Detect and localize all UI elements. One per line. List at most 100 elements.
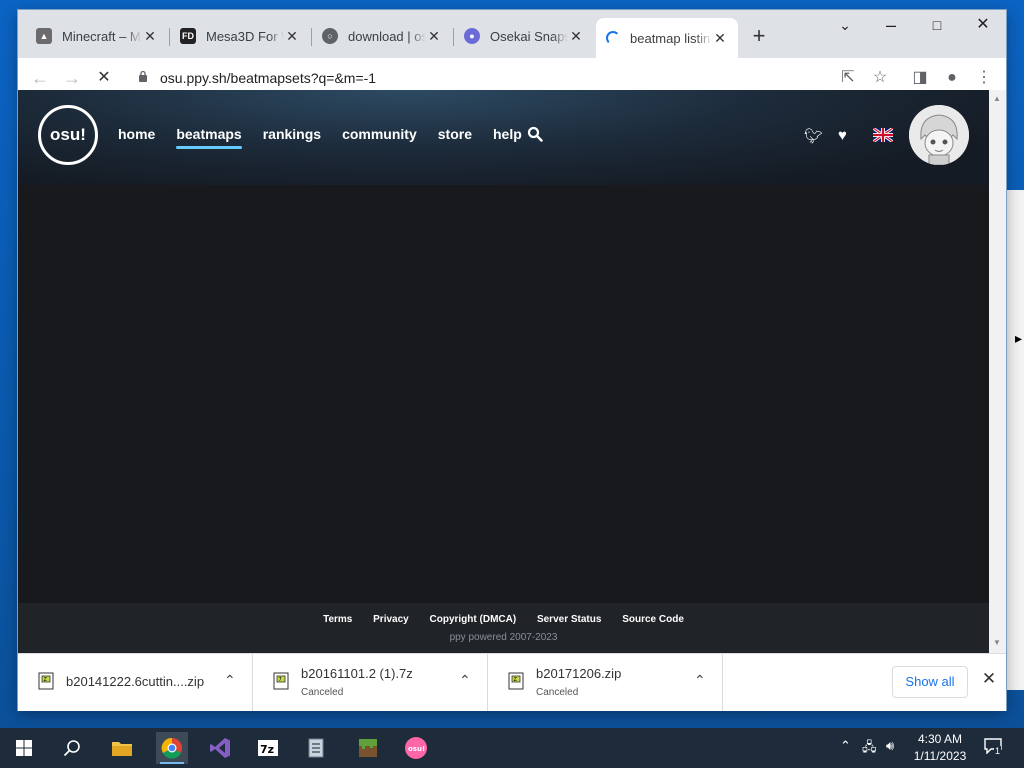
tab-minecraft[interactable]: ▲ Minecraft – Mo ✕ [26, 20, 168, 52]
heart-icon[interactable]: ♥ [838, 127, 847, 144]
close-tab-icon[interactable]: ✕ [712, 30, 728, 46]
close-shelf-icon[interactable]: ✕ [980, 670, 998, 688]
archive-icon[interactable] [300, 732, 332, 764]
archive-file-icon: Z [38, 672, 54, 690]
nav-community[interactable]: community [342, 126, 417, 142]
download-filename: b20141222.6cuttin....zip [66, 674, 205, 689]
tab-title: Mesa3D For W [206, 28, 284, 44]
chevron-up-icon[interactable]: ⌃ [459, 672, 471, 689]
minecraft-icon: ▲ [36, 28, 52, 44]
download-shelf: Z b20141222.6cuttin....zip ⌃ 7 b20161101… [18, 653, 1006, 711]
volume-icon[interactable]: 🔊︎ [886, 738, 894, 754]
bookmark-star-icon[interactable]: ☆ [868, 66, 892, 90]
tab-search-chevron-icon[interactable]: ⌄ [822, 10, 868, 40]
tab-download-osu[interactable]: ○ download | osu ✕ [312, 20, 452, 52]
address-bar[interactable]: osu.ppy.sh/beatmapsets?q=&m=-1 [130, 64, 850, 92]
browser-window[interactable]: ▲ Minecraft – Mo ✕ FD Mesa3D For W ✕ ○ d… [18, 10, 1006, 711]
footer-link-terms[interactable]: Terms [323, 614, 352, 625]
osu-nav: home beatmaps rankings community store h… [118, 126, 543, 149]
close-tab-icon[interactable]: ✕ [426, 28, 442, 44]
svg-text:7z: 7z [260, 743, 274, 756]
download-item[interactable]: Z b20171206.zip Canceled ⌃ [488, 654, 723, 711]
back-arrow-icon[interactable]: ← [28, 66, 52, 90]
clock-time: 4:30 AM [917, 732, 963, 746]
tab-title: beatmap listin [630, 30, 711, 46]
osu-logo[interactable]: osu! [38, 105, 98, 165]
tab-title: Osekai Snapsh [490, 28, 568, 44]
svg-text:Z: Z [44, 677, 48, 683]
avatar-illustration [909, 105, 969, 165]
download-filename: b20161101.2 (1).7z [301, 666, 413, 681]
system-clock[interactable]: 4:30 AM 1/11/2023 [905, 731, 975, 765]
fd-icon: FD [180, 28, 196, 44]
maximize-button[interactable]: □ [914, 10, 960, 40]
osu-header: osu! home beatmaps rankings community st… [18, 90, 989, 185]
download-item[interactable]: 7 b20161101.2 (1).7z Canceled ⌃ [253, 654, 488, 711]
side-panel-icon[interactable]: ◨ [908, 66, 932, 90]
tab-beatmap-listing[interactable]: beatmap listin ✕ [596, 18, 738, 58]
footer-links: Terms Privacy Copyright (DMCA) Server St… [18, 614, 989, 625]
lock-icon [139, 70, 147, 82]
chevron-up-icon[interactable]: ⌃ [840, 738, 851, 754]
chrome-icon[interactable] [156, 732, 188, 764]
osu-footer: Terms Privacy Copyright (DMCA) Server St… [18, 603, 989, 653]
page-viewport[interactable]: osu! home beatmaps rankings community st… [18, 90, 989, 653]
close-tab-icon[interactable]: ✕ [568, 28, 584, 44]
minecraft-icon[interactable] [352, 732, 384, 764]
show-all-button[interactable]: Show all [892, 666, 968, 698]
nav-home[interactable]: home [118, 126, 155, 142]
close-tab-icon[interactable]: ✕ [142, 28, 158, 44]
svg-text:osu!: osu! [408, 745, 425, 753]
close-tab-icon[interactable]: ✕ [284, 28, 300, 44]
footer-copyright-note: ppy powered 2007-2023 [449, 632, 558, 643]
twitter-icon[interactable]: 🐦︎ [804, 127, 823, 145]
loading-spinner-icon [606, 31, 620, 45]
search-icon[interactable] [527, 126, 543, 142]
chevron-up-icon[interactable]: ⌃ [224, 672, 236, 689]
tab-osekai[interactable]: ● Osekai Snapsh ✕ [454, 20, 594, 52]
download-item[interactable]: Z b20141222.6cuttin....zip ⌃ [18, 654, 253, 711]
visual-studio-icon[interactable] [204, 732, 236, 764]
mouse-cursor-icon: ▸ [1015, 330, 1023, 346]
tab-strip: ▲ Minecraft – Mo ✕ FD Mesa3D For W ✕ ○ d… [18, 10, 1006, 58]
footer-link-source-code[interactable]: Source Code [622, 614, 684, 625]
network-icon[interactable]: 🖧︎ [862, 738, 877, 760]
new-tab-button[interactable]: + [746, 24, 772, 50]
tab-title: Minecraft – Mo [62, 28, 142, 44]
taskbar: 7z osu! ⌃ 🖧︎ 🔊︎ 4:30 AM 1/11/2023 1 [0, 728, 1024, 768]
uk-flag-icon[interactable] [873, 128, 893, 142]
7zip-icon[interactable]: 7z [252, 732, 284, 764]
notification-center-icon[interactable]: 1 [984, 738, 1002, 756]
nav-beatmaps[interactable]: beatmaps [176, 126, 243, 149]
close-window-button[interactable]: ✕ [960, 10, 1006, 40]
search-icon[interactable] [56, 732, 88, 764]
archive-file-icon: Z [508, 672, 524, 690]
start-icon[interactable] [8, 732, 40, 764]
osu-icon[interactable]: osu! [400, 732, 432, 764]
globe-icon: ○ [322, 28, 338, 44]
stop-loading-icon[interactable]: ✕ [92, 66, 116, 90]
avatar[interactable] [909, 105, 969, 165]
page-scrollbar[interactable]: ▲ ▼ [989, 90, 1006, 653]
tab-mesa3d[interactable]: FD Mesa3D For W ✕ [170, 20, 310, 52]
scroll-up-arrow-icon[interactable]: ▲ [993, 94, 1001, 103]
nav-store[interactable]: store [438, 126, 472, 142]
footer-link-copyright[interactable]: Copyright (DMCA) [430, 614, 517, 625]
scroll-down-arrow-icon[interactable]: ▼ [993, 638, 1001, 647]
nav-help[interactable]: help [493, 126, 522, 142]
menu-kebab-icon[interactable]: ⋮ [972, 66, 996, 90]
share-icon[interactable]: ⇱ [836, 66, 860, 90]
nav-rankings[interactable]: rankings [263, 126, 321, 142]
clock-date: 1/11/2023 [913, 749, 967, 763]
forward-arrow-icon[interactable]: → [60, 66, 84, 90]
svg-text:7: 7 [279, 677, 282, 683]
minimize-button[interactable]: – [868, 10, 914, 40]
osekai-icon: ● [464, 28, 480, 44]
archive-file-icon: 7 [273, 672, 289, 690]
profile-icon[interactable]: ● [940, 66, 964, 90]
file-explorer-icon[interactable] [106, 732, 138, 764]
chevron-up-icon[interactable]: ⌃ [694, 672, 706, 689]
download-status: Canceled [301, 687, 344, 698]
footer-link-privacy[interactable]: Privacy [373, 614, 409, 625]
footer-link-server-status[interactable]: Server Status [537, 614, 601, 625]
